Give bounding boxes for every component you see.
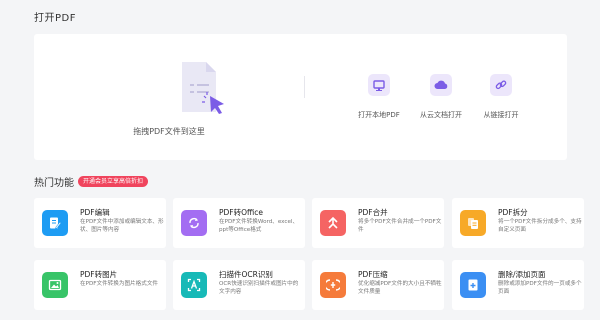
card-description: 在PDF文件中添加或编辑文本、形状、图片等内容 (80, 219, 164, 233)
merge-icon (320, 210, 346, 236)
feature-card-pdf-edit[interactable]: PDF编辑 在PDF文件中添加或编辑文本、形状、图片等内容 (34, 198, 166, 248)
edit-icon (42, 210, 68, 236)
drop-document-icon (182, 62, 224, 114)
card-title: 删除/添加页面 (498, 270, 546, 279)
split-icon (460, 210, 486, 236)
card-title: PDF转Office (219, 208, 264, 217)
page-add-icon (460, 272, 486, 298)
open-from-link-button[interactable]: 从链接打开 (468, 74, 534, 120)
drop-zone-label: 拖拽PDF文件到这里 (133, 127, 205, 136)
open-cloud-doc-label: 从云文档打开 (420, 111, 462, 119)
card-title: PDF压缩 (358, 270, 388, 279)
card-title: PDF拆分 (498, 208, 528, 217)
feature-card-ocr[interactable]: 扫描件OCR识别 OCR快速识别扫描件或图片中的文字内容 (173, 260, 305, 310)
feature-card-pdf-compress[interactable]: PDF压缩 优化缩减PDF文件的大小且不牺牲文件质量 (312, 260, 444, 310)
hot-features-heading: 热门功能 (34, 178, 74, 189)
open-pdf-panel: 拖拽PDF文件到这里 打开本地PDF 从云文档打开 从链接打开 (34, 34, 567, 160)
feature-card-page-add-delete[interactable]: 删除/添加页面 删除或添加PDF文件的一页或多个页面 (452, 260, 584, 310)
feature-card-pdf-split[interactable]: PDF拆分 将一个PDF文件拆分成多个、支持自定义页面 (452, 198, 584, 248)
card-description: 优化缩减PDF文件的大小且不牺牲文件质量 (358, 281, 442, 295)
open-local-pdf-button[interactable]: 打开本地PDF (346, 74, 412, 120)
feature-card-pdf-to-image[interactable]: PDF转图片 在PDF文件转换为图片格式文件 (34, 260, 166, 310)
link-icon (490, 74, 512, 96)
card-description: 在PDF文件转换为图片格式文件 (80, 281, 159, 287)
feature-card-pdf-to-office[interactable]: PDF转Office 在PDF文件转换Word、excel、ppt等Office… (173, 198, 305, 248)
image-icon (42, 272, 68, 298)
open-pdf-heading: 打开PDF (34, 13, 76, 24)
card-description: 在PDF文件转换Word、excel、ppt等Office格式 (219, 219, 299, 233)
vip-discount-badge[interactable]: 开通会员立享高倍折扣 (78, 176, 149, 187)
card-title: PDF编辑 (80, 208, 110, 217)
drop-zone[interactable]: 拖拽PDF文件到这里 (34, 34, 304, 160)
card-description: OCR快速识别扫描件或图片中的文字内容 (219, 281, 299, 295)
ocr-icon (181, 272, 207, 298)
open-local-pdf-label: 打开本地PDF (358, 111, 400, 119)
hot-features-header: 热门功能 开通会员立享高倍折扣 (34, 174, 149, 189)
divider (304, 76, 305, 98)
card-description: 将多个PDF文件合并成一个PDF文件 (358, 219, 442, 233)
card-description: 删除或添加PDF文件的一页或多个页面 (498, 281, 582, 295)
feature-card-pdf-merge[interactable]: PDF合并 将多个PDF文件合并成一个PDF文件 (312, 198, 444, 248)
cloud-icon (430, 74, 452, 96)
card-title: 扫描件OCR识别 (219, 270, 273, 279)
card-title: PDF转图片 (80, 270, 118, 279)
open-cloud-doc-button[interactable]: 从云文档打开 (408, 74, 474, 120)
compress-icon (320, 272, 346, 298)
card-description: 将一个PDF文件拆分成多个、支持自定义页面 (498, 219, 582, 233)
monitor-icon (368, 74, 390, 96)
card-title: PDF合并 (358, 208, 388, 217)
open-from-link-label: 从链接打开 (483, 111, 519, 119)
convert-icon (181, 210, 207, 236)
